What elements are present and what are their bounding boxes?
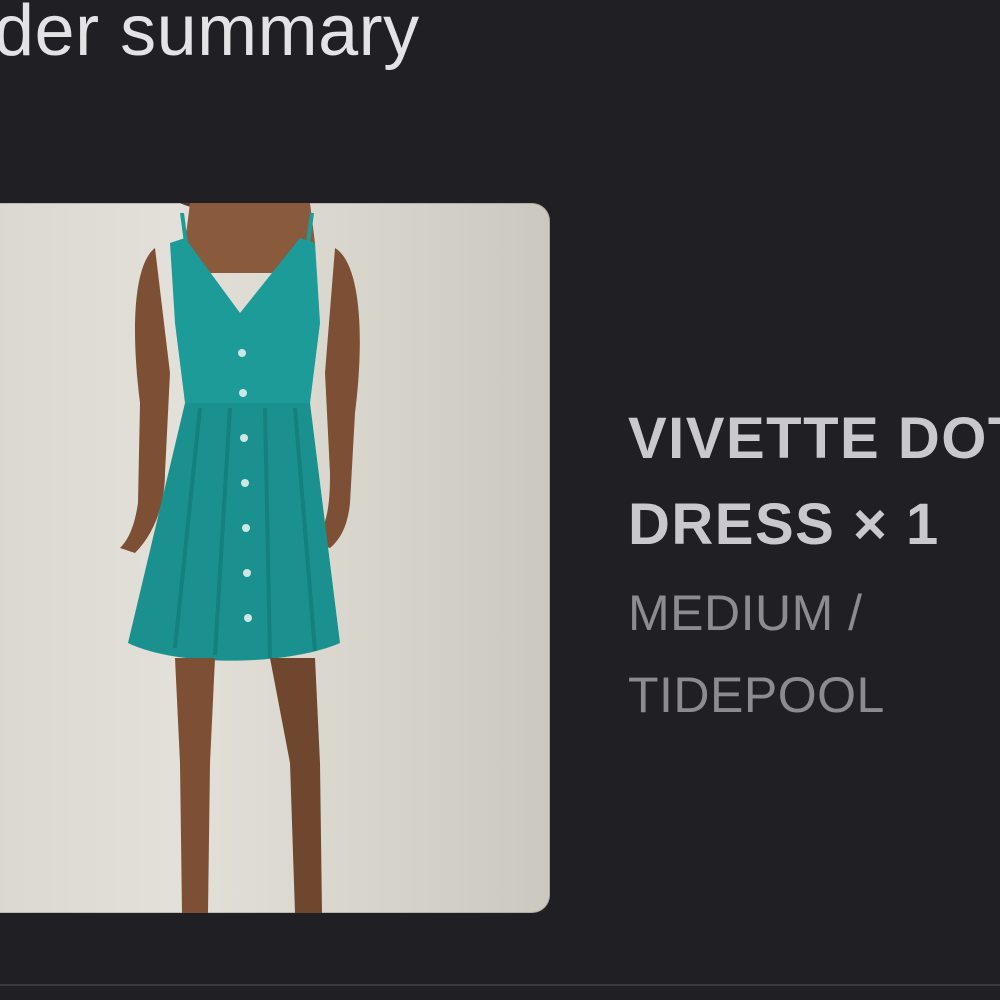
- line-item-details: VIVETTE DOT DRESS × 1 MEDIUM / TIDEPOOL: [628, 396, 1000, 736]
- product-name-line2: DRESS: [628, 492, 836, 557]
- product-variant: MEDIUM / TIDEPOOL: [628, 572, 1000, 736]
- product-name-line1: VIVETTE DOT: [628, 406, 1000, 471]
- variant-line2: TIDEPOOL: [628, 667, 885, 723]
- product-thumbnail[interactable]: [0, 203, 550, 913]
- product-name: VIVETTE DOT DRESS × 1: [628, 396, 1000, 568]
- quantity-label: × 1: [852, 492, 940, 557]
- divider: [0, 984, 1000, 986]
- page-title: der summary: [0, 0, 420, 71]
- dress-image: [120, 203, 360, 913]
- variant-line1: MEDIUM /: [628, 585, 863, 641]
